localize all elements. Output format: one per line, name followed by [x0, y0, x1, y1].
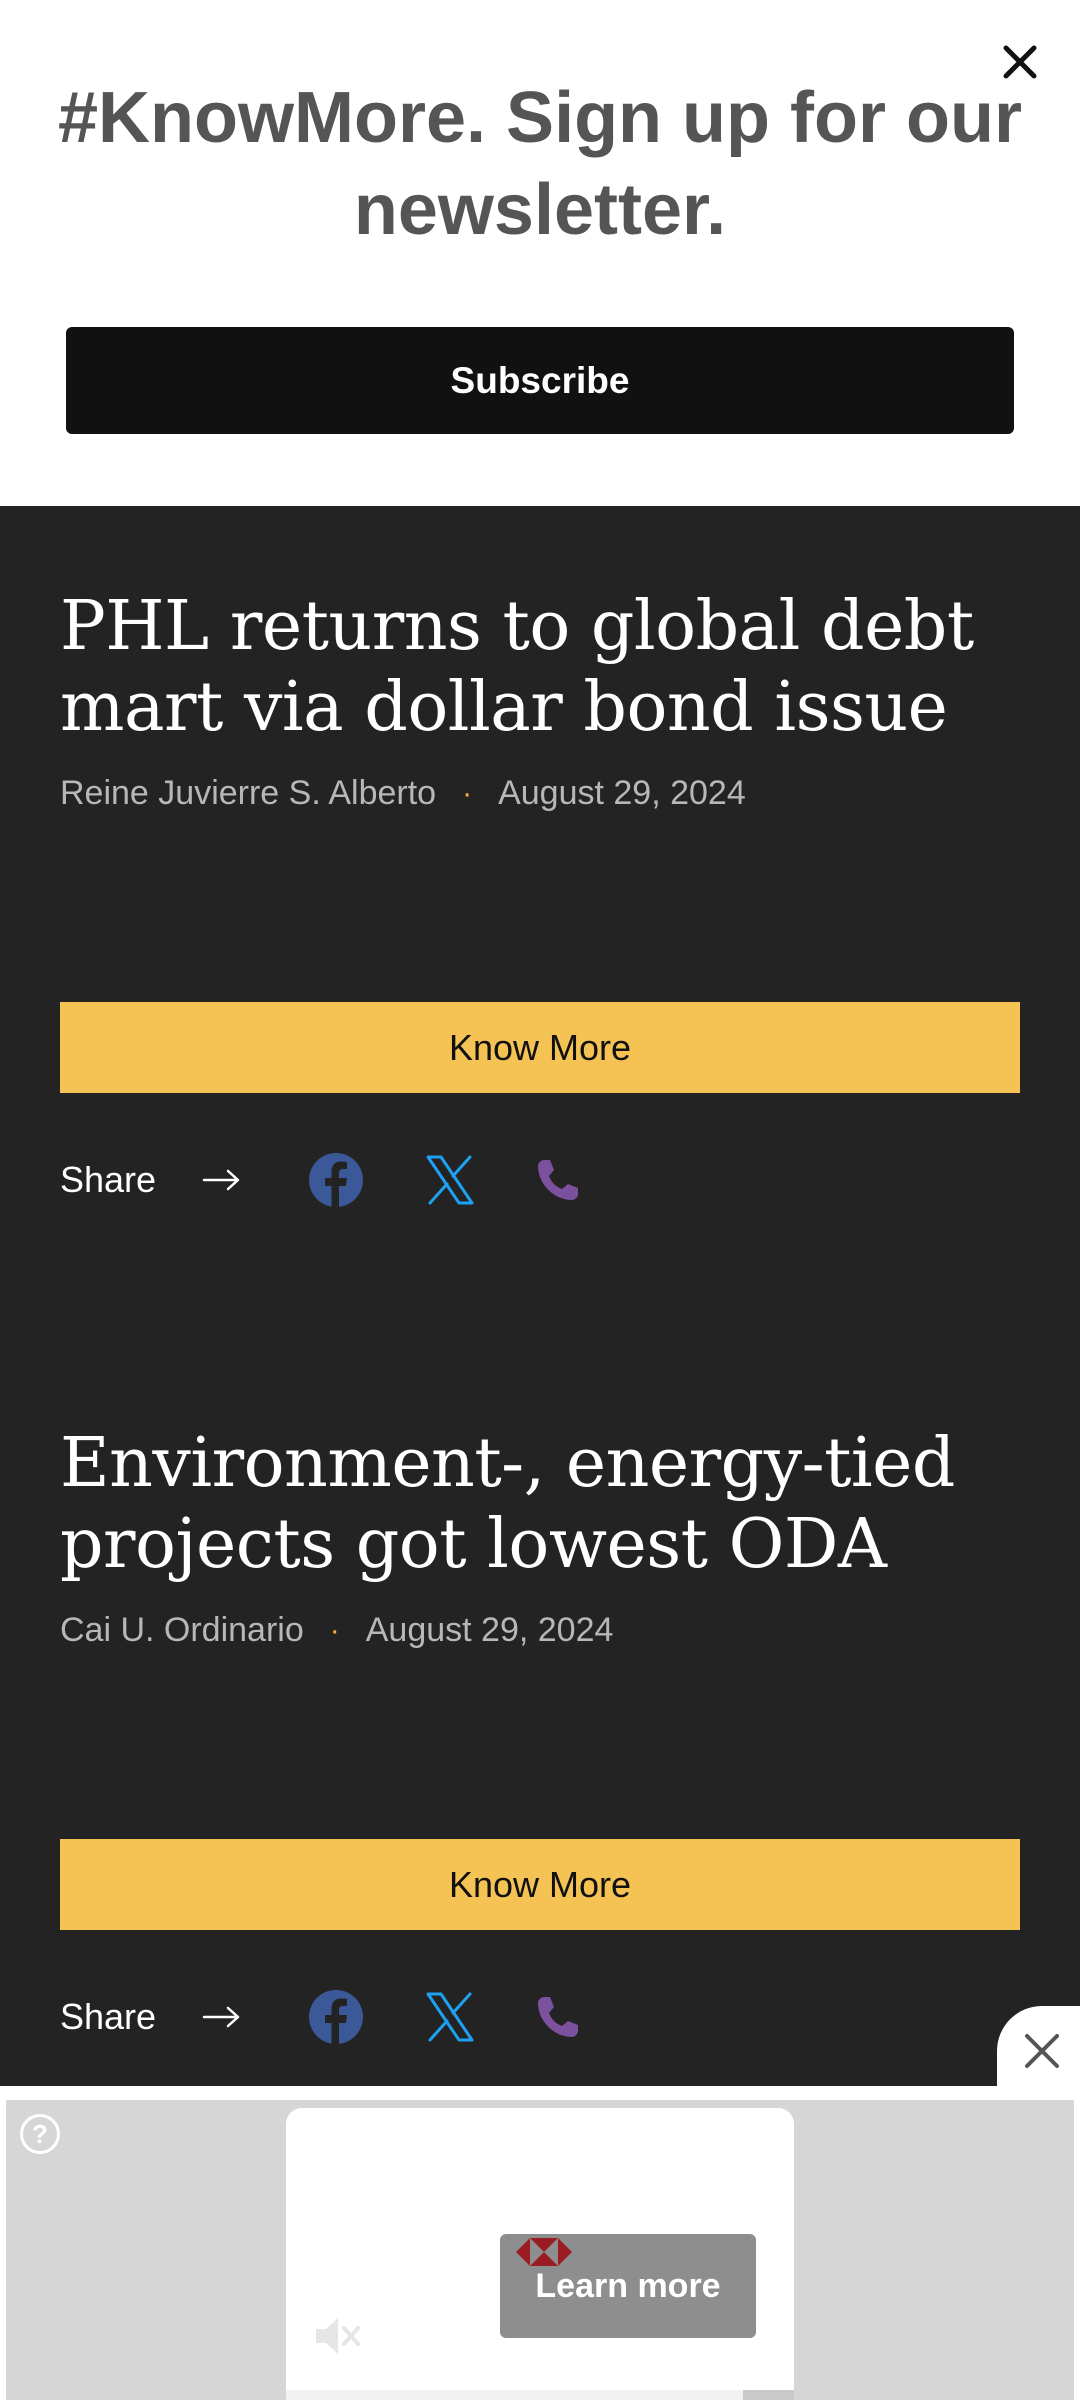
- share-label: Share: [60, 1159, 157, 1200]
- newsletter-banner: #KnowMore. Sign up for our newsletter. S…: [0, 0, 1080, 506]
- share-phone-button[interactable]: [528, 1987, 588, 2047]
- share-x-button[interactable]: [420, 1987, 480, 2047]
- close-icon: [1025, 2034, 1059, 2068]
- mute-icon[interactable]: [308, 2308, 364, 2364]
- article-card: PHL returns to global debt mart via doll…: [60, 586, 1020, 1208]
- arrow-right-icon: [202, 1169, 240, 1191]
- ad-progress-bar: [286, 2390, 794, 2400]
- ad-close-button[interactable]: [997, 2006, 1080, 2096]
- know-more-button[interactable]: Know More: [60, 1839, 1020, 1930]
- meta-separator: ·: [462, 776, 473, 810]
- article-author[interactable]: Cai U. Ordinario: [60, 1611, 304, 1650]
- know-more-button[interactable]: Know More: [60, 1002, 1020, 1093]
- ad-video-card[interactable]: Learn more: [286, 2108, 794, 2400]
- article-title[interactable]: PHL returns to global debt mart via doll…: [60, 586, 1020, 748]
- x-twitter-icon: [426, 1155, 474, 1205]
- phone-icon: [538, 1160, 578, 1200]
- article-meta: Reine Juvierre S. Alberto · August 29, 2…: [60, 774, 1020, 813]
- share-label: Share: [60, 1996, 157, 2037]
- share-facebook-button[interactable]: [306, 1987, 366, 2047]
- share-row: Share: [60, 1150, 242, 1210]
- facebook-icon: [309, 1153, 363, 1208]
- article-date: August 29, 2024: [498, 774, 746, 812]
- share-x-button[interactable]: [420, 1150, 480, 1210]
- subscribe-button[interactable]: Subscribe: [66, 327, 1014, 434]
- ad-progress-fill: [286, 2390, 744, 2400]
- article-title[interactable]: Environment-, energy-tied projects got l…: [60, 1423, 1020, 1585]
- share-row: Share: [60, 1987, 242, 2047]
- hsbc-logo-icon: [516, 2238, 572, 2266]
- newsletter-title: #KnowMore. Sign up for our newsletter.: [58, 78, 1022, 250]
- meta-separator: ·: [329, 1613, 340, 1647]
- phone-icon: [538, 1997, 578, 2037]
- x-twitter-icon: [426, 1992, 474, 2042]
- share-facebook-button[interactable]: [306, 1150, 366, 1210]
- ad-help-icon[interactable]: ?: [20, 2114, 60, 2154]
- ad-container[interactable]: ? Learn more: [6, 2100, 1074, 2400]
- article-date: August 29, 2024: [365, 1611, 614, 1649]
- article-meta: Cai U. Ordinario · August 29, 2024: [60, 1611, 1020, 1650]
- share-phone-button[interactable]: [528, 1150, 588, 1210]
- article-author[interactable]: Reine Juvierre S. Alberto: [60, 774, 436, 813]
- ad-banner: ? Learn more: [0, 2086, 1080, 2400]
- arrow-right-icon: [202, 2006, 240, 2028]
- facebook-icon: [309, 1990, 363, 2045]
- article-card: Environment-, energy-tied projects got l…: [60, 1423, 1020, 2045]
